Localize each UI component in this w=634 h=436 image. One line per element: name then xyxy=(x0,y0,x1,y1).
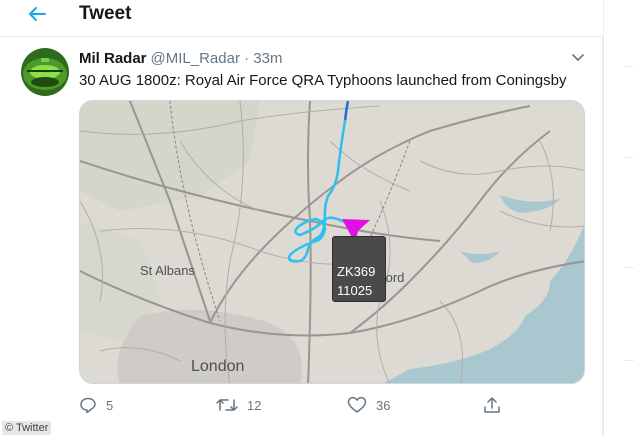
author-handle[interactable]: @MIL_Radar xyxy=(151,50,240,67)
back-button[interactable] xyxy=(20,0,54,28)
share-icon xyxy=(484,397,500,413)
flight-info-box: ZK369 11025 xyxy=(332,236,386,302)
divider xyxy=(624,157,634,158)
chevron-down-icon xyxy=(572,54,584,61)
flight-callsign: ZK369 xyxy=(337,264,376,279)
tweet-media-map[interactable]: St Albans London ford ZK369 11025 xyxy=(79,100,585,384)
avatar[interactable] xyxy=(21,48,69,96)
tweet-menu-button[interactable] xyxy=(570,51,586,65)
divider xyxy=(624,267,634,268)
tweet-meta: Mil Radar @MIL_Radar · 33m xyxy=(79,50,282,68)
arrow-left-icon xyxy=(29,7,46,21)
page-title: Tweet xyxy=(79,3,132,24)
reply-icon xyxy=(80,397,96,414)
retweet-count: 12 xyxy=(247,397,262,413)
right-sidebar-edge xyxy=(604,0,634,436)
retweet-icon xyxy=(216,399,238,411)
share-button[interactable] xyxy=(483,396,501,414)
like-count: 36 xyxy=(376,397,391,413)
tweet-timestamp[interactable]: 33m xyxy=(253,50,282,67)
map-label-london: London xyxy=(191,358,245,375)
retweet-button[interactable]: 12 xyxy=(216,396,261,414)
tweet-text: 30 AUG 1800z: Royal Air Force QRA Typhoo… xyxy=(79,72,567,89)
divider xyxy=(624,360,634,361)
tweet-actions: 5 12 36 xyxy=(79,396,585,418)
reply-count: 5 xyxy=(106,397,114,413)
author-name[interactable]: Mil Radar xyxy=(79,50,147,67)
map-label-st-albans: St Albans xyxy=(140,263,195,278)
tweet-column: Tweet Mil Radar @MIL_Radar · 33m 30 AUG 1… xyxy=(0,0,603,436)
page-header: Tweet xyxy=(0,0,603,37)
flight-altitude: 11025 xyxy=(337,283,373,298)
meta-separator: · xyxy=(244,50,250,67)
like-button[interactable]: 36 xyxy=(347,396,390,414)
copyright-watermark: © Twitter xyxy=(2,421,52,435)
heart-icon xyxy=(347,396,367,413)
avatar-image xyxy=(21,48,69,96)
reply-button[interactable]: 5 xyxy=(79,396,113,414)
divider xyxy=(624,66,634,67)
